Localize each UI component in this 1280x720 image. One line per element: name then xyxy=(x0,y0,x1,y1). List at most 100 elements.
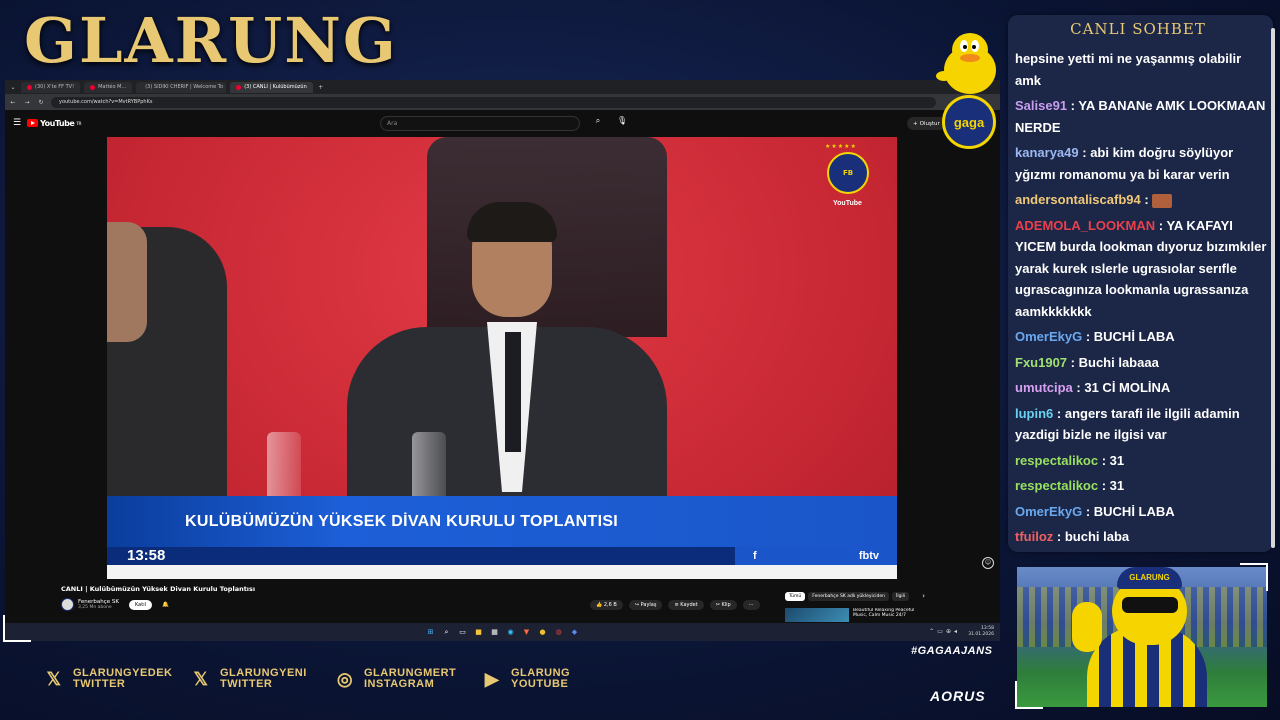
chat-scrollbar[interactable] xyxy=(1271,28,1275,548)
cam-frame-corner xyxy=(1015,681,1043,709)
frame-line xyxy=(3,615,5,640)
stream-brand-title: GLARUNG xyxy=(24,4,398,77)
browser-tab[interactable]: Mattéo M... xyxy=(84,81,133,93)
chat-separator: : xyxy=(1067,354,1079,370)
chat-text: BUCHİ LABA xyxy=(1093,503,1175,519)
task-view-icon[interactable]: ▭ xyxy=(458,628,467,637)
chat-username[interactable]: Salise91 xyxy=(1015,98,1067,113)
search-icon[interactable]: ⌕ xyxy=(442,628,451,637)
browser-tab-active[interactable]: (3) CANLI | Kulübümüzün xyxy=(230,81,313,93)
hamburger-menu-icon[interactable]: ☰ xyxy=(13,118,21,128)
browser-tab[interactable]: (30) X'te FF TV! xyxy=(21,81,81,93)
youtube-logo[interactable]: YouTube TR xyxy=(27,119,82,128)
chat-username[interactable]: OmerEkyG xyxy=(1015,504,1082,519)
save-button[interactable]: ≡ Kaydet xyxy=(668,600,704,610)
join-button[interactable]: Katıl xyxy=(128,599,152,610)
chip-related[interactable]: İlgili xyxy=(892,592,910,601)
sunglasses-icon xyxy=(1122,597,1178,613)
windows-start-icon[interactable]: ⊞ xyxy=(426,628,435,637)
new-tab-icon[interactable]: + xyxy=(317,84,325,91)
chat-separator: : xyxy=(1140,192,1153,207)
brave-icon[interactable]: ▼ xyxy=(522,628,531,637)
bell-icon[interactable]: 🔔 xyxy=(162,602,169,608)
video-title: CANLI | Kulübümüzün Yüksek Divan Kurulu … xyxy=(61,585,256,593)
chat-username[interactable]: lupin6 xyxy=(1015,406,1053,421)
app-icon[interactable]: ◍ xyxy=(554,628,563,637)
youtube-header: ☰ YouTube TR Ara ⌕ 🎙 + Oluştur xyxy=(5,110,1000,136)
social-link-twitter-backup[interactable]: 𝕏 GLARUNGYEDEK TWITTER xyxy=(45,668,173,690)
chat-separator: : xyxy=(1082,329,1094,344)
chevron-right-icon[interactable]: › xyxy=(922,592,925,601)
chat-text: buchi laba xyxy=(1064,529,1130,544)
tab-list-icon[interactable]: ⌄ xyxy=(9,84,17,91)
chat-message: umutcipa : 31 Cİ MOLİNA xyxy=(1015,377,1267,399)
more-actions-icon[interactable]: ⋯ xyxy=(742,600,760,610)
chat-separator: : xyxy=(1067,98,1079,113)
chat-text: Buchi labaaa xyxy=(1078,354,1159,370)
chat-separator: : xyxy=(1053,405,1065,421)
social-link-youtube[interactable]: ▶ GLARUNG YOUTUBE xyxy=(483,668,570,690)
frame-line xyxy=(3,640,31,642)
chat-username[interactable]: ADEMOLA_LOOKMAN xyxy=(1015,218,1155,233)
channel-row: Fenerbahçe SK 3,25 Mn abone Katıl 🔔 xyxy=(61,598,169,611)
chat-username[interactable]: OmerEkyG xyxy=(1015,329,1082,344)
chat-text: 31 xyxy=(1109,478,1125,493)
tab-favicon-icon xyxy=(27,84,32,90)
video-player[interactable]: ★★★★★ FB YouTube KULÜBÜMÜZÜN YÜKSEK DİVA… xyxy=(107,137,897,579)
chat-username[interactable]: Fxu1907 xyxy=(1015,355,1067,370)
back-icon[interactable]: ← xyxy=(9,99,17,106)
chat-message-list[interactable]: hepsine yetti mi ne yaşanmış olabilir am… xyxy=(1015,48,1267,552)
chat-separator: : xyxy=(1072,380,1085,395)
browser-tab[interactable]: (3) SIDIKI CHERIF | Welcome To xyxy=(136,81,227,93)
chip-all[interactable]: Tümü xyxy=(785,592,806,601)
tab-favicon-icon xyxy=(236,84,242,90)
address-input[interactable]: youtube.com/watch?v=MvtRYBPphKs xyxy=(51,96,936,108)
subscriber-count: 3,25 Mn abone xyxy=(78,605,112,610)
file-explorer-icon[interactable]: ■ xyxy=(474,628,483,637)
clip-button[interactable]: ✂ Klip xyxy=(709,600,737,610)
search-icon[interactable]: ⌕ xyxy=(590,116,606,131)
social-link-instagram[interactable]: ◎ GLARUNGMERT INSTAGRAM xyxy=(336,668,456,690)
like-button[interactable]: 👍 2,6 B xyxy=(590,600,623,610)
chat-title: CANLI SOHBET xyxy=(1070,20,1206,38)
edge-icon[interactable]: ◉ xyxy=(506,628,515,637)
channel-avatar[interactable] xyxy=(61,598,74,611)
chat-text: 31 Cİ MOLİNA xyxy=(1084,380,1171,395)
chat-username[interactable]: tfuiloz xyxy=(1015,529,1053,544)
video-clock: 13:58 xyxy=(127,547,166,564)
system-tray-icons[interactable]: ⌃▭⊕◂ xyxy=(929,628,960,635)
video-info-section: CANLI | Kulübümüzün Yüksek Divan Kurulu … xyxy=(5,580,1000,623)
taskbar-clock[interactable]: 13:58 31.01.2026 xyxy=(968,626,994,638)
store-icon[interactable]: ▦ xyxy=(490,628,499,637)
share-button[interactable]: ↪ Paylaş xyxy=(628,600,663,610)
autoplay-icon[interactable]: ☺ xyxy=(982,557,994,569)
x-icon: 𝕏 xyxy=(193,668,209,689)
windows-taskbar: ⊞ ⌕ ▭ ■ ▦ ◉ ▼ ● ◍ ◆ ⌃▭⊕◂ 13:58 31.01.202… xyxy=(5,623,1000,641)
facebook-icon: f xyxy=(753,550,757,562)
create-button[interactable]: + Oluştur xyxy=(907,117,946,130)
plus-icon: + xyxy=(913,120,918,127)
chat-message: OmerEkyG : BUCHİ LABA xyxy=(1015,326,1267,348)
chip-uploader[interactable]: Fenerbahçe SK adlı yükleyiciden xyxy=(808,592,889,601)
webcam-overlay: GLARUNG xyxy=(1017,567,1267,707)
chat-username[interactable]: kanarya49 xyxy=(1015,145,1079,160)
app-icon[interactable]: ◆ xyxy=(570,628,579,637)
microphone-icon[interactable]: 🎙 xyxy=(617,116,627,125)
video-corner-brand: YouTube xyxy=(833,200,862,207)
search-input[interactable]: Ara xyxy=(380,116,580,131)
chat-username[interactable]: umutcipa xyxy=(1015,380,1073,395)
cam-frame-corner xyxy=(1240,563,1268,591)
social-link-twitter[interactable]: 𝕏 GLARUNGYENI TWITTER xyxy=(192,668,307,690)
x-icon: 𝕏 xyxy=(46,668,62,689)
chat-text: hepsine yetti mi ne yaşanmış olabilir am… xyxy=(1015,51,1242,88)
chrome-icon[interactable]: ● xyxy=(538,628,547,637)
chat-username[interactable]: respectalikoc xyxy=(1015,478,1098,493)
chat-username[interactable]: respectalikoc xyxy=(1015,453,1098,468)
instagram-icon: ◎ xyxy=(336,668,354,689)
video-actions: 👍 2,6 B ↪ Paylaş ≡ Kaydet ✂ Klip ⋯ xyxy=(590,600,760,610)
video-speaker xyxy=(347,202,667,507)
chat-username[interactable]: andersontaliscafb94 xyxy=(1015,192,1141,207)
forward-icon[interactable]: → xyxy=(23,99,31,106)
reload-icon[interactable]: ↻ xyxy=(37,99,45,106)
recommended-video[interactable]: Beautiful Relaxing Peaceful Music, Calm … xyxy=(785,608,935,622)
